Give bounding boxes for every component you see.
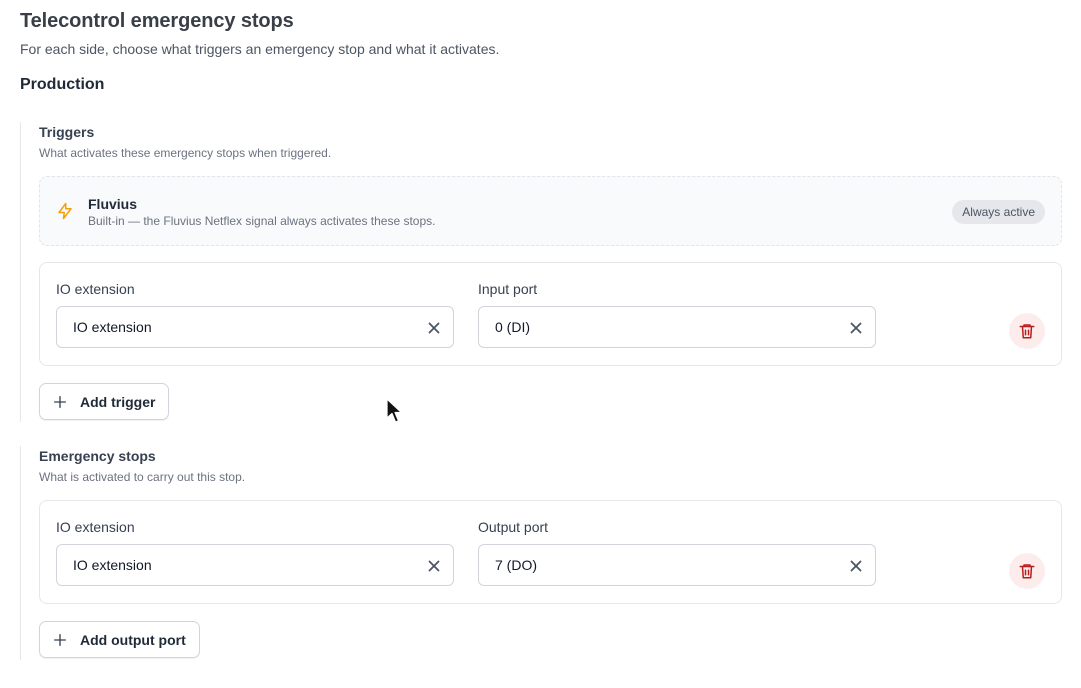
emergency-stops-group: Emergency stops What is activated to car… — [20, 446, 1062, 660]
stop-output-port-label: Output port — [478, 519, 549, 535]
trigger-input-port-field: Input port 0 (DI) — [478, 281, 876, 348]
always-active-badge: Always active — [952, 200, 1045, 224]
stop-output-port-select[interactable]: 7 (DO) — [478, 544, 876, 586]
trigger-io-extension-value: IO extension — [73, 319, 152, 335]
triggers-description: What activates these emergency stops whe… — [39, 146, 332, 160]
trigger-input-port-label: Input port — [478, 281, 538, 297]
output-row: IO extension IO extension Output port 7 … — [39, 500, 1062, 604]
emergency-stops-title: Emergency stops — [39, 448, 156, 464]
stop-io-extension-label: IO extension — [56, 519, 135, 535]
clear-icon[interactable] — [425, 319, 443, 337]
stop-output-port-field: Output port 7 (DO) — [478, 519, 876, 586]
builtin-trigger-card: Fluvius Built-in — the Fluvius Netflex s… — [39, 176, 1062, 246]
clear-icon[interactable] — [847, 557, 865, 575]
builtin-trigger-description: Built-in — the Fluvius Netflex signal al… — [88, 214, 436, 228]
add-output-port-label: Add output port — [80, 631, 186, 648]
clear-icon[interactable] — [847, 319, 865, 337]
add-trigger-button[interactable]: Add trigger — [39, 383, 170, 420]
add-trigger-label: Add trigger — [80, 393, 156, 410]
trash-icon — [1019, 564, 1035, 579]
builtin-trigger-name: Fluvius — [88, 196, 138, 212]
trash-icon — [1019, 324, 1035, 339]
section-title-production: Production — [20, 76, 105, 93]
trigger-input-port-value: 0 (DI) — [495, 319, 530, 335]
trigger-io-extension-label: IO extension — [56, 281, 135, 297]
add-output-port-button[interactable]: Add output port — [39, 621, 200, 658]
trigger-input-port-select[interactable]: 0 (DI) — [478, 306, 876, 348]
mouse-cursor-icon — [386, 398, 403, 423]
stop-io-extension-value: IO extension — [73, 557, 152, 573]
page-title: Telecontrol emergency stops — [20, 10, 294, 32]
triggers-group: Triggers What activates these emergency … — [20, 122, 1062, 422]
stop-output-port-value: 7 (DO) — [495, 557, 537, 573]
lightning-bolt-icon — [58, 202, 72, 220]
delete-trigger-button[interactable] — [1009, 313, 1045, 349]
trigger-row: IO extension IO extension Input port 0 (… — [39, 262, 1062, 366]
plus-icon — [54, 633, 66, 646]
stop-io-extension-select[interactable]: IO extension — [56, 544, 454, 586]
delete-output-button[interactable] — [1009, 553, 1045, 589]
trigger-io-extension-select[interactable]: IO extension — [56, 306, 454, 348]
plus-icon — [54, 395, 66, 408]
trigger-io-extension-field: IO extension IO extension — [56, 281, 454, 348]
stop-io-extension-field: IO extension IO extension — [56, 519, 454, 586]
emergency-stops-description: What is activated to carry out this stop… — [39, 470, 246, 484]
page-subtitle: For each side, choose what triggers an e… — [20, 41, 500, 57]
triggers-title: Triggers — [39, 124, 95, 140]
clear-icon[interactable] — [425, 557, 443, 575]
